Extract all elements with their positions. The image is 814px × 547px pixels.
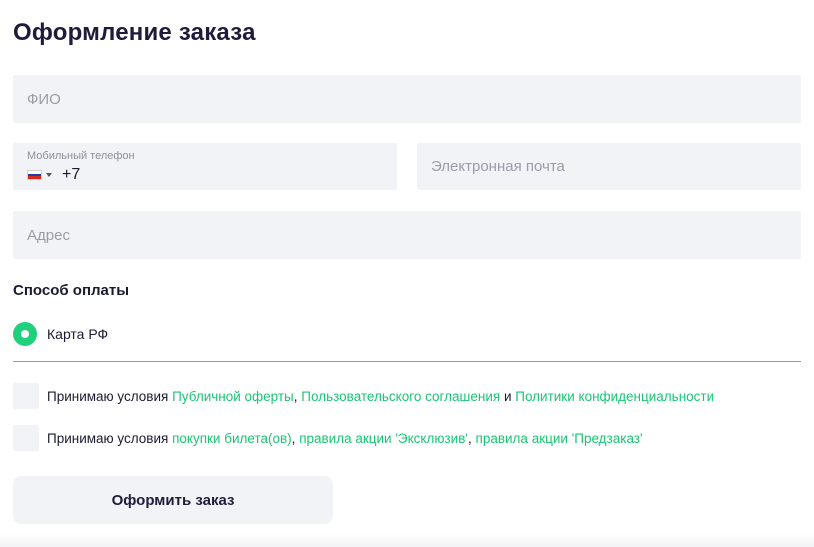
email-field[interactable] xyxy=(417,143,801,190)
radio-selected-icon[interactable] xyxy=(13,322,37,346)
ticket-purchase-link[interactable]: покупки билета(ов) xyxy=(172,431,292,446)
agreement-separator: , xyxy=(291,430,296,446)
payment-section-title: Способ оплаты xyxy=(13,282,130,299)
agreement-checkbox-offer[interactable] xyxy=(13,383,39,409)
phone-label: Мобильный телефон xyxy=(27,150,135,162)
agreement-separator: , xyxy=(467,430,472,446)
preorder-promo-rules-link[interactable]: правила акции 'Предзаказ' xyxy=(476,431,643,446)
payment-option-label: Карта РФ xyxy=(47,326,109,342)
agreement-prefix: Принимаю условия xyxy=(47,430,169,446)
full-name-input[interactable] xyxy=(13,75,801,123)
chevron-down-icon[interactable] xyxy=(46,173,52,177)
agreement-checkbox-purchase[interactable] xyxy=(13,425,39,451)
russia-flag-icon[interactable] xyxy=(27,170,42,180)
agreement-row-purchase: Принимаю условия покупки билета(ов), пра… xyxy=(13,425,643,451)
address-input[interactable] xyxy=(13,211,801,259)
privacy-policy-link[interactable]: Политики конфиденциальности xyxy=(515,389,714,404)
agreement-prefix: Принимаю условия xyxy=(47,388,169,404)
address-field[interactable] xyxy=(13,211,801,259)
phone-row: +7 xyxy=(27,166,80,184)
place-order-button[interactable]: Оформить заказ xyxy=(13,476,333,524)
phone-field[interactable]: Мобильный телефон +7 xyxy=(13,143,397,190)
phone-code[interactable]: +7 xyxy=(62,166,80,184)
payment-option-card-rf[interactable]: Карта РФ xyxy=(13,322,108,346)
email-input[interactable] xyxy=(417,143,801,190)
agreement-separator: , xyxy=(293,388,298,404)
user-agreement-link[interactable]: Пользовательского соглашения xyxy=(301,389,500,404)
checkout-page: Оформление заказа Мобильный телефон +7 С… xyxy=(0,0,814,547)
bottom-fade xyxy=(0,533,814,547)
agreement-row-offer: Принимаю условия Публичной оферты, Польз… xyxy=(13,383,714,409)
full-name-field[interactable] xyxy=(13,75,801,123)
divider xyxy=(13,361,801,362)
page-title: Оформление заказа xyxy=(13,19,256,46)
exclusive-promo-rules-link[interactable]: правила акции 'Эксклюзив' xyxy=(299,431,468,446)
public-offer-link[interactable]: Публичной оферты xyxy=(172,389,294,404)
agreement-separator: и xyxy=(503,388,512,404)
